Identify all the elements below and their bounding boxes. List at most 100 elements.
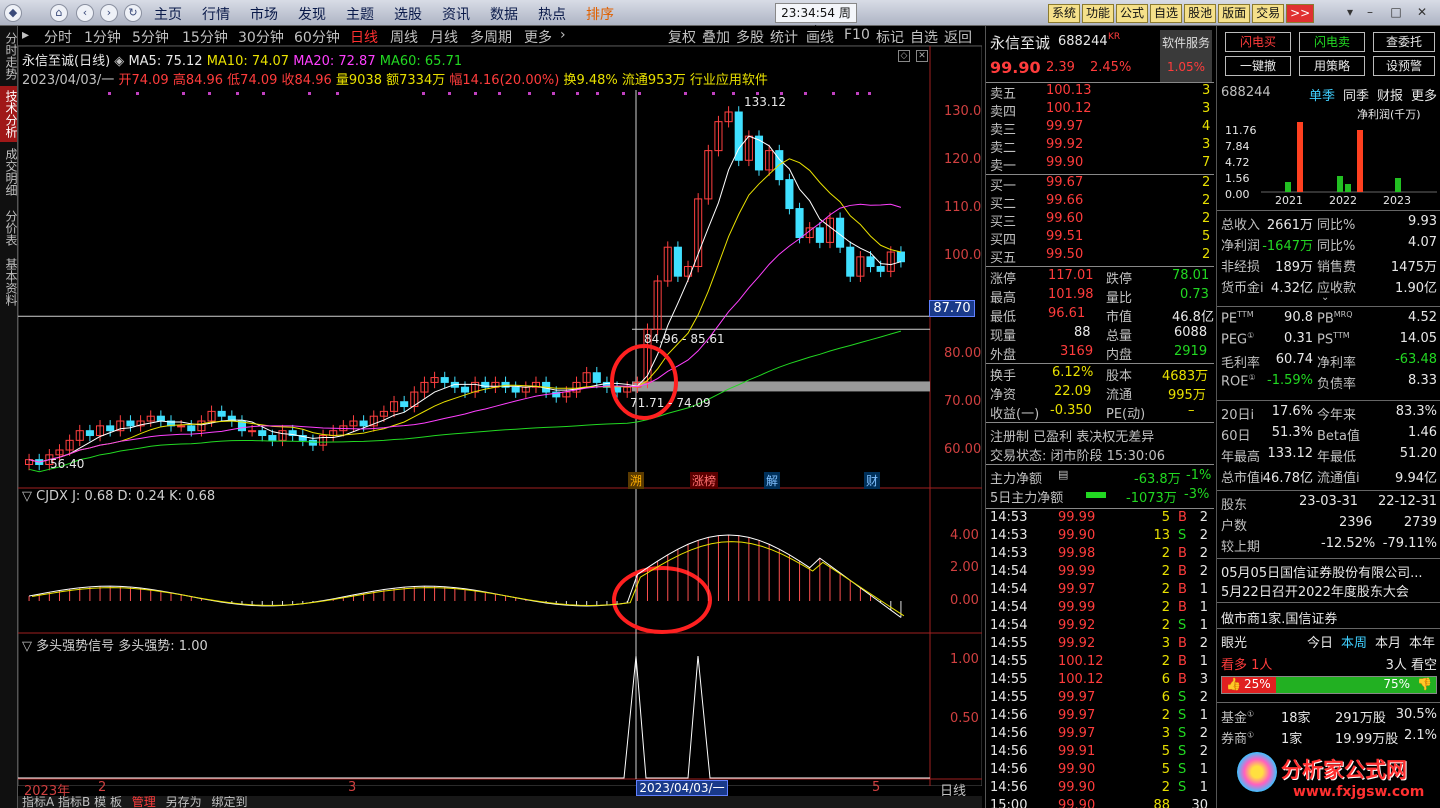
sentiment-tab-month[interactable]: 本月 <box>1375 632 1401 651</box>
set-alert-button[interactable]: 设预警 <box>1373 56 1435 76</box>
tab-template[interactable]: 模 <box>94 796 106 808</box>
thumb-up-icon[interactable]: 👍 <box>1226 677 1241 691</box>
ask5-price[interactable]: 100.13 <box>1046 83 1092 98</box>
tab-bind-to[interactable]: 绑定到 <box>211 796 247 808</box>
period-30min[interactable]: 30分钟 <box>238 27 284 47</box>
menu-stock-pick[interactable]: 选股 <box>394 4 422 24</box>
fin-tab-quarter[interactable]: 单季 <box>1309 85 1335 104</box>
fin-tab-same-quarter[interactable]: 同季 <box>1343 85 1369 104</box>
tab-save-as[interactable]: 另存为 <box>166 796 202 808</box>
indicator1-toggle-icon[interactable]: ▽ <box>22 489 36 504</box>
fin-tab-report[interactable]: 财报 <box>1377 85 1403 104</box>
tool-stats[interactable]: 统计 <box>770 27 798 47</box>
menu-hot[interactable]: 热点 <box>538 4 566 24</box>
news-item[interactable]: 5月22日召开2022年度股东大会 <box>1221 581 1409 600</box>
btn-stock-pool[interactable]: 股池 <box>1184 4 1217 23</box>
tool-overlay[interactable]: 叠加 <box>702 27 730 47</box>
tab-trades[interactable]: 成交明细 <box>0 144 18 200</box>
sentiment-tab-year[interactable]: 本年 <box>1409 632 1435 651</box>
ask2-price[interactable]: 99.92 <box>1046 137 1083 152</box>
sentiment-tab-today[interactable]: 今日 <box>1307 632 1333 651</box>
flash-sell-button[interactable]: 闪电卖 <box>1299 32 1365 52</box>
menu-sort[interactable]: 排序 <box>586 4 614 24</box>
marker-unlock[interactable]: 解 <box>764 472 781 489</box>
menu-data[interactable]: 数据 <box>490 4 518 24</box>
btn-more[interactable]: >> <box>1286 4 1315 23</box>
news-item[interactable]: 05月05日国信证券股份有限公司... <box>1221 562 1422 581</box>
btn-formula[interactable]: 公式 <box>1116 4 1149 23</box>
main-net-icon[interactable]: ▤ <box>1058 468 1068 481</box>
menu-discover[interactable]: 发现 <box>298 4 326 24</box>
marker-trace[interactable]: 溯 <box>628 472 645 489</box>
period-daily[interactable]: 日线 <box>350 27 378 47</box>
marker-finance[interactable]: 财 <box>864 472 881 489</box>
close-icon[interactable]: ✕ <box>1414 4 1430 20</box>
use-strategy-button[interactable]: 用策略 <box>1299 56 1365 76</box>
period-15min[interactable]: 15分钟 <box>182 27 228 47</box>
ask3-price[interactable]: 99.97 <box>1046 119 1083 134</box>
btn-trade[interactable]: 交易 <box>1252 4 1285 23</box>
inst-info-icon[interactable]: ① <box>1247 710 1254 719</box>
flash-buy-button[interactable]: 闪电买 <box>1225 32 1291 52</box>
tool-f10[interactable]: F10 <box>844 27 870 43</box>
maximize-icon[interactable]: □ <box>1388 4 1404 20</box>
tool-back[interactable]: 返回 <box>944 27 972 47</box>
tab-intraday[interactable]: 分时走势 <box>0 28 18 84</box>
bid1-price[interactable]: 99.67 <box>1046 175 1083 190</box>
bid3-price[interactable]: 99.60 <box>1046 211 1083 226</box>
sentiment-tab-week[interactable]: 本周 <box>1341 632 1367 651</box>
menu-news[interactable]: 资讯 <box>442 4 470 24</box>
minimize-icon[interactable]: – <box>1362 4 1378 20</box>
period-5min[interactable]: 5分钟 <box>132 27 169 47</box>
btn-watchlist[interactable]: 自选 <box>1150 4 1183 23</box>
tool-watch[interactable]: 自选 <box>910 27 938 47</box>
tab-technical[interactable]: 技术分析 <box>0 86 18 142</box>
tool-multi-stock[interactable]: 多股 <box>736 27 764 47</box>
back-icon[interactable]: ‹ <box>76 4 94 22</box>
refresh-icon[interactable]: ↻ <box>124 4 142 22</box>
tab-indicator-b[interactable]: 指标B <box>58 796 90 808</box>
menu-topic[interactable]: 主题 <box>346 4 374 24</box>
tab-board[interactable]: 板 <box>110 796 122 808</box>
period-weekly[interactable]: 周线 <box>390 27 418 47</box>
period-60min[interactable]: 60分钟 <box>294 27 340 47</box>
sector-box[interactable]: 软件服务 1.05% <box>1160 30 1212 82</box>
forward-icon[interactable]: › <box>100 4 118 22</box>
bid5-price[interactable]: 99.50 <box>1046 247 1083 262</box>
menu-home[interactable]: 主页 <box>154 4 182 24</box>
indicator2-toggle-icon[interactable]: ▽ <box>22 639 36 654</box>
tab-manage[interactable]: 管理 <box>132 796 156 808</box>
ask1-price[interactable]: 99.90 <box>1046 155 1083 170</box>
period-1min[interactable]: 1分钟 <box>84 27 121 47</box>
thumb-down-icon[interactable]: 👎 <box>1417 677 1432 691</box>
expand-chevron-icon[interactable]: ⌄ <box>1321 292 1329 303</box>
marker-limit-list[interactable]: 涨榜 <box>690 472 719 489</box>
period-more-chevron-icon[interactable]: › <box>560 27 566 43</box>
home-icon[interactable]: ⌂ <box>50 4 68 22</box>
tool-adjust[interactable]: 复权 <box>668 27 696 47</box>
ask4-price[interactable]: 100.12 <box>1046 101 1092 116</box>
tool-mark[interactable]: 标记 <box>876 27 904 47</box>
btn-layout[interactable]: 版面 <box>1218 4 1251 23</box>
fin-tab-more[interactable]: 更多 <box>1411 85 1437 104</box>
btn-system[interactable]: 系统 <box>1048 4 1081 23</box>
tab-indicator-a[interactable]: 指标A <box>22 796 54 808</box>
period-more[interactable]: 更多 <box>524 27 552 47</box>
tick-list[interactable]: 14:53 99.99 5 B 2 14:53 99.90 13 S 2 14:53 99.98 2 B 2… <box>986 510 1214 808</box>
kline-chart[interactable] <box>18 46 982 786</box>
bid2-price[interactable]: 99.66 <box>1046 193 1083 208</box>
tool-draw[interactable]: 画线 <box>806 27 834 47</box>
period-multi[interactable]: 多周期 <box>470 27 512 47</box>
check-orders-button[interactable]: 查委托 <box>1373 32 1435 52</box>
settings-icon[interactable]: ▾ <box>1342 4 1358 20</box>
bid4-price[interactable]: 99.51 <box>1046 229 1083 244</box>
btn-function[interactable]: 功能 <box>1082 4 1115 23</box>
tab-fundamentals[interactable]: 基本资料 <box>0 254 18 310</box>
menu-market[interactable]: 市场 <box>250 4 278 24</box>
period-monthly[interactable]: 月线 <box>430 27 458 47</box>
cancel-all-button[interactable]: 一键撤 <box>1225 56 1291 76</box>
inst-info-icon[interactable]: ① <box>1247 731 1254 740</box>
period-intraday[interactable]: 分时 <box>44 27 72 47</box>
menu-quotes[interactable]: 行情 <box>202 4 230 24</box>
period-arrow-icon[interactable]: ▸ <box>22 27 29 43</box>
